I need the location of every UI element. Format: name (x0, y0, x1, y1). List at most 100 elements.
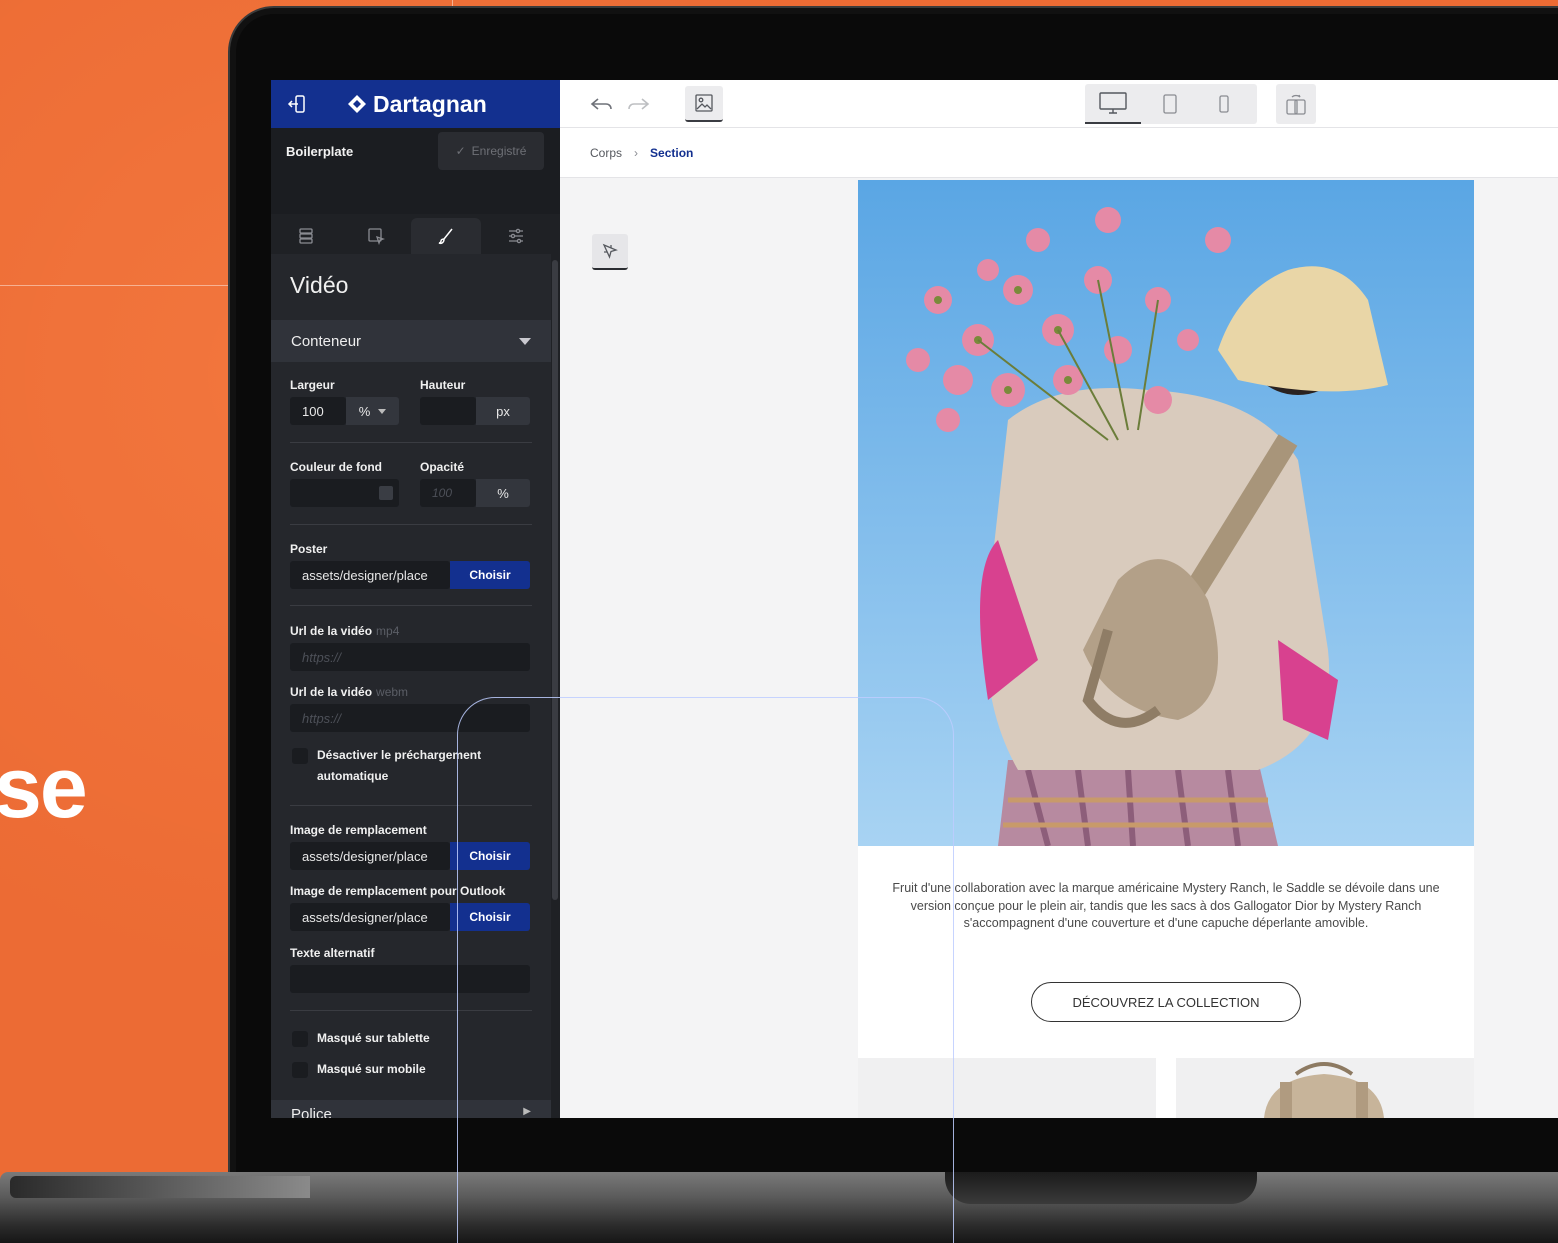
hidden-tablet-label: Masqué sur tablette (317, 1031, 430, 1045)
image-preview-button[interactable] (685, 86, 723, 122)
redo-icon (628, 98, 650, 110)
bg-color-label: Couleur de fond (290, 460, 382, 474)
panel-title: Vidéo (290, 272, 349, 298)
outlook-image-input[interactable]: assets/designer/place (290, 903, 450, 931)
decorative-line (0, 285, 230, 286)
video-url-mp4-label: Url de la vidéo mp4 (290, 624, 399, 638)
breadcrumb-root[interactable]: Corps (590, 146, 622, 160)
replacement-image-label: Image de remplacement (290, 823, 427, 837)
alt-text-input[interactable] (290, 965, 530, 993)
undo-button[interactable] (588, 92, 616, 116)
saved-label: Enregistré (471, 144, 527, 158)
laptop-base-edge (10, 1176, 310, 1198)
hidden-mobile-label: Masqué sur mobile (317, 1062, 426, 1076)
project-row: Boilerplate ✓ Enregistré (271, 128, 560, 214)
disable-preload-label: Désactiver le préchargement automatique (317, 748, 482, 783)
layers-icon (299, 228, 313, 244)
opacity-label: Opacité (420, 460, 465, 474)
brand: Dartagnan (347, 91, 487, 118)
divider (290, 524, 532, 525)
tab-layers[interactable] (271, 218, 341, 254)
width-label: Largeur (290, 378, 335, 392)
rotate-device-icon (1286, 94, 1306, 115)
alt-text-label: Texte alternatif (290, 946, 375, 960)
product-card[interactable] (1176, 1058, 1474, 1118)
select-tool-button[interactable] (592, 234, 628, 270)
hidden-tablet-checkbox[interactable] (292, 1031, 308, 1047)
divider (290, 805, 532, 806)
tab-settings[interactable] (481, 218, 551, 254)
hero-photo[interactable] (858, 180, 1474, 846)
email-body-text: Fruit d'une collaboration avec la marque… (892, 881, 1440, 930)
divider (290, 1010, 532, 1011)
section-title: Police (291, 1106, 332, 1118)
project-name: Boilerplate (286, 143, 354, 159)
divider (290, 442, 532, 443)
settings-sliders-icon (509, 228, 523, 244)
brush-icon (438, 228, 453, 245)
undo-icon (590, 98, 612, 110)
discover-collection-button[interactable]: DÉCOUVREZ LA COLLECTION (1031, 982, 1301, 1022)
height-unit: px (476, 397, 530, 425)
exit-icon[interactable] (287, 94, 307, 114)
tablet-icon (1163, 94, 1177, 114)
width-unit-select[interactable]: % (346, 397, 399, 425)
desktop-icon (1099, 92, 1127, 114)
hero-text-fragment: se (0, 740, 88, 836)
sidebar-scrollbar[interactable] (552, 260, 558, 900)
chevron-down-icon (378, 408, 387, 414)
divider (290, 605, 532, 606)
email-preview: Fruit d'une collaboration avec la marque… (858, 180, 1474, 1118)
brand-name: Dartagnan (373, 90, 487, 117)
mobile-view-button[interactable] (1201, 84, 1247, 124)
opacity-input[interactable]: 100 (420, 479, 476, 507)
color-swatch[interactable] (379, 486, 393, 500)
width-input[interactable]: 100 (290, 397, 346, 425)
mobile-icon (1219, 95, 1229, 113)
check-icon: ✓ (455, 144, 466, 158)
breadcrumb: Corps › Section (560, 128, 1558, 178)
chevron-right-icon: › (634, 145, 639, 160)
section-header-font[interactable]: Police ▶ (271, 1100, 551, 1118)
poster-input[interactable]: assets/designer/place (290, 561, 450, 589)
height-label: Hauteur (420, 378, 466, 392)
chevron-right-icon: ▶ (523, 1106, 531, 1117)
height-input[interactable] (420, 397, 476, 425)
product-card[interactable] (858, 1058, 1156, 1118)
saved-status-button[interactable]: ✓ Enregistré (438, 132, 544, 170)
webm-hint: webm (376, 685, 409, 699)
chevron-down-icon (519, 337, 531, 345)
breadcrumb-current[interactable]: Section (650, 146, 693, 160)
video-url-label: Url de la vidéo (290, 685, 373, 699)
section-header-container[interactable]: Conteneur (271, 320, 551, 362)
outlook-image-label: Image de remplacement pour Outlook (290, 884, 506, 898)
tablet-view-button[interactable] (1147, 84, 1193, 124)
video-url-mp4-input[interactable]: https:// (290, 643, 530, 671)
brand-logo-icon (348, 95, 366, 113)
replacement-image-choose-button[interactable]: Choisir (450, 842, 530, 870)
tab-select-element[interactable] (341, 218, 411, 254)
outlook-image-choose-button[interactable]: Choisir (450, 903, 530, 931)
select-element-icon (368, 228, 385, 245)
replacement-image-input[interactable]: assets/designer/place (290, 842, 450, 870)
hidden-mobile-checkbox[interactable] (292, 1062, 308, 1078)
poster-choose-button[interactable]: Choisir (450, 561, 530, 589)
backpack-image (1264, 1062, 1384, 1118)
brand-bar: Dartagnan (271, 80, 560, 128)
poster-label: Poster (290, 542, 328, 556)
opacity-unit: % (476, 479, 530, 507)
video-url-webm-input[interactable]: https:// (290, 704, 530, 732)
hero-photo-illustration (858, 180, 1474, 846)
top-toolbar (560, 80, 1558, 128)
redo-button[interactable] (624, 92, 652, 116)
image-icon (695, 94, 713, 112)
cursor-select-icon (602, 243, 618, 259)
disable-preload-checkbox[interactable] (292, 748, 308, 764)
sidebar-tabs (271, 218, 551, 254)
tab-style[interactable] (411, 218, 481, 254)
rotate-device-button[interactable] (1276, 84, 1316, 124)
video-url-label: Url de la vidéo (290, 624, 373, 638)
app-screen: Dartagnan Boilerplate ✓ Enregistré Vidéo… (271, 80, 1558, 1118)
desktop-view-button[interactable] (1085, 84, 1141, 124)
video-url-webm-label: Url de la vidéo webm (290, 685, 408, 699)
